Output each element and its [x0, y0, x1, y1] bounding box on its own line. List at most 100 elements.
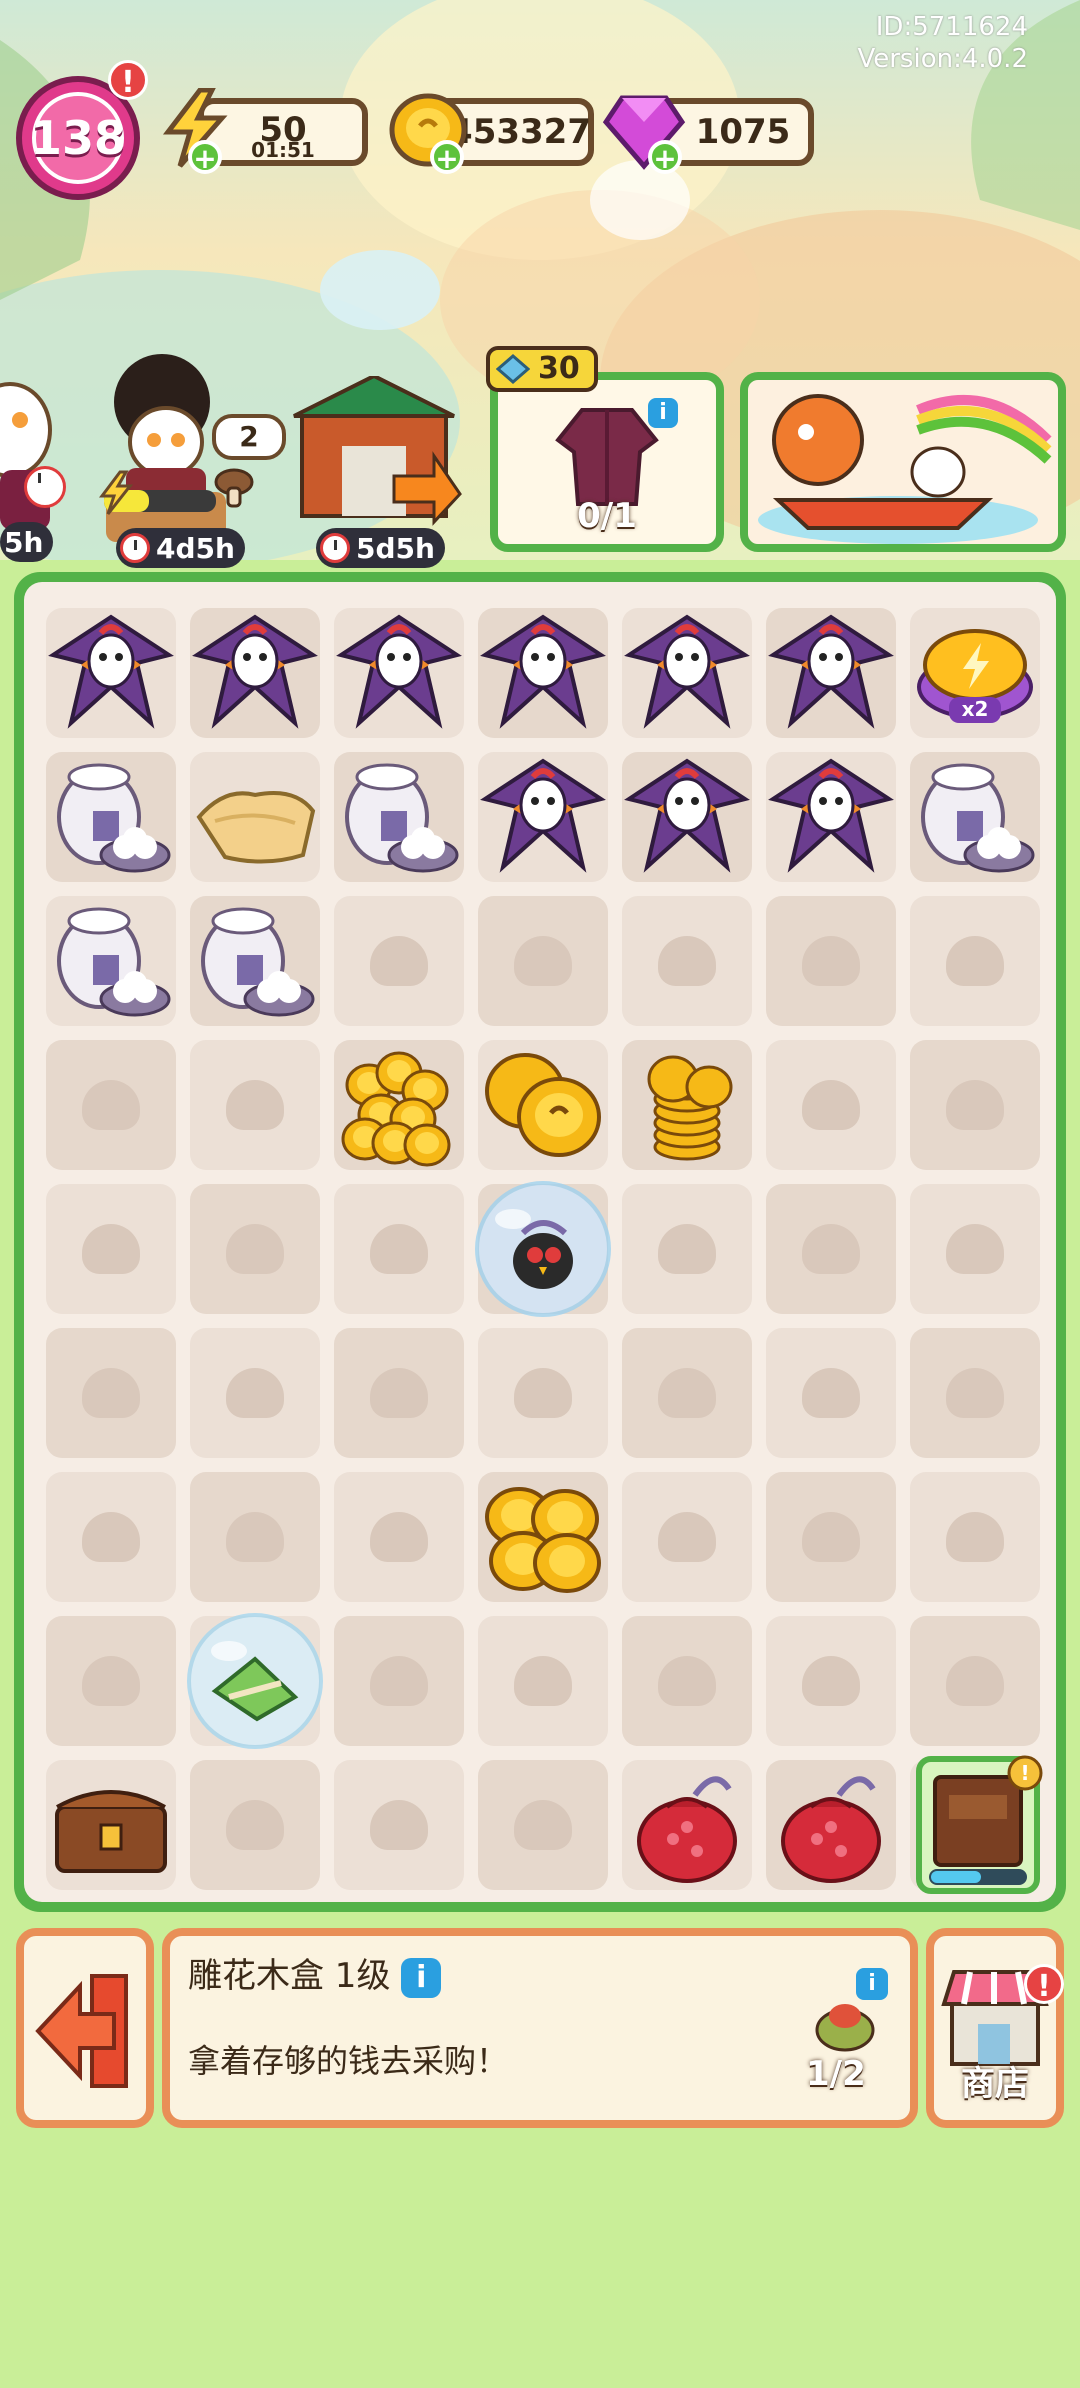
- red-pouch-item[interactable]: [761, 1755, 901, 1899]
- board-cell[interactable]: [766, 1760, 896, 1890]
- rice-jar-item[interactable]: [41, 891, 181, 1035]
- board-cell[interactable]: [766, 608, 896, 738]
- board-cell[interactable]: [622, 1328, 752, 1458]
- board-cell[interactable]: [190, 1184, 320, 1314]
- board-cell[interactable]: [190, 608, 320, 738]
- character-left[interactable]: [0, 350, 60, 540]
- board-cell[interactable]: [190, 1040, 320, 1170]
- coins-pile-item[interactable]: [329, 1035, 469, 1179]
- red-pouch-item[interactable]: [617, 1755, 757, 1899]
- board-cell[interactable]: [766, 1328, 896, 1458]
- kite-item[interactable]: [473, 747, 613, 891]
- board-cell[interactable]: [46, 1472, 176, 1602]
- coin-add-button[interactable]: +: [430, 140, 464, 174]
- board-cell[interactable]: [334, 1328, 464, 1458]
- carved-box-item[interactable]: !: [905, 1755, 1045, 1899]
- kite-item[interactable]: [617, 603, 757, 747]
- board-cell[interactable]: [478, 1328, 608, 1458]
- board-cell[interactable]: [187, 1613, 323, 1749]
- kite-item[interactable]: [329, 603, 469, 747]
- board-cell[interactable]: [334, 1616, 464, 1746]
- gem-add-button[interactable]: +: [648, 140, 682, 174]
- rice-jar-item[interactable]: [905, 747, 1045, 891]
- energy-add-button[interactable]: +: [188, 140, 222, 174]
- kite-item[interactable]: [185, 603, 325, 747]
- shop-button[interactable]: 商店: [926, 1928, 1064, 2128]
- board-cell[interactable]: [766, 1184, 896, 1314]
- cloth-item[interactable]: [185, 747, 325, 891]
- coins-four-item[interactable]: [473, 1467, 613, 1611]
- board-cell[interactable]: [334, 608, 464, 738]
- kite-item[interactable]: [761, 747, 901, 891]
- board-cell[interactable]: [46, 1040, 176, 1170]
- exit-button[interactable]: [16, 1928, 154, 2128]
- event-order-card[interactable]: i 0/1: [490, 372, 724, 552]
- board-cell[interactable]: [475, 1181, 611, 1317]
- board-cell[interactable]: [190, 752, 320, 882]
- bubble-zongzi-item[interactable]: [185, 1611, 325, 1755]
- rice-jar-item[interactable]: [329, 747, 469, 891]
- board-cell[interactable]: [622, 1616, 752, 1746]
- board-cell[interactable]: [334, 1184, 464, 1314]
- board-cell[interactable]: [622, 896, 752, 1026]
- board-cell[interactable]: [334, 1760, 464, 1890]
- item-info-icon[interactable]: i: [401, 1957, 442, 1998]
- board-cell[interactable]: [478, 896, 608, 1026]
- bubble-bird-item[interactable]: [473, 1179, 613, 1323]
- board-cell[interactable]: [622, 1760, 752, 1890]
- kite-item[interactable]: [473, 603, 613, 747]
- board-cell[interactable]: [766, 1040, 896, 1170]
- board-cell[interactable]: [190, 1472, 320, 1602]
- board-cell[interactable]: [910, 752, 1040, 882]
- board-cell[interactable]: [910, 1184, 1040, 1314]
- board-cell[interactable]: [622, 608, 752, 738]
- board-cell[interactable]: [478, 1760, 608, 1890]
- kite-item[interactable]: [41, 603, 181, 747]
- board-cell[interactable]: [334, 1472, 464, 1602]
- board-cell[interactable]: [478, 608, 608, 738]
- board-cell[interactable]: [190, 1328, 320, 1458]
- coins-stack-item[interactable]: [617, 1035, 757, 1179]
- board-cell[interactable]: [478, 752, 608, 882]
- board-cell[interactable]: [334, 896, 464, 1026]
- board-cell[interactable]: [46, 1616, 176, 1746]
- board-cell[interactable]: [766, 1472, 896, 1602]
- wood-chest-item[interactable]: [41, 1755, 181, 1899]
- event-info-icon[interactable]: i: [648, 398, 678, 428]
- rice-jar-item[interactable]: [41, 747, 181, 891]
- board-cell[interactable]: [910, 1616, 1040, 1746]
- board-cell[interactable]: [46, 1328, 176, 1458]
- board-cell[interactable]: x2: [910, 608, 1040, 738]
- dragon-boat-event-card[interactable]: [740, 372, 1066, 552]
- rice-jar-item[interactable]: [185, 891, 325, 1035]
- building-gate[interactable]: [284, 373, 464, 526]
- board-cell[interactable]: [334, 752, 464, 882]
- board-cell[interactable]: !: [910, 1755, 1043, 1894]
- board-cell[interactable]: [910, 1040, 1040, 1170]
- board-cell[interactable]: [478, 1616, 608, 1746]
- kite-item[interactable]: [617, 747, 757, 891]
- energy-button-item[interactable]: x2: [905, 603, 1045, 747]
- board-cell[interactable]: [190, 1760, 320, 1890]
- board-cell[interactable]: [622, 752, 752, 882]
- board-cell[interactable]: [46, 1760, 176, 1890]
- board-cell[interactable]: [46, 752, 176, 882]
- coins-two-item[interactable]: [473, 1035, 613, 1179]
- board-cell[interactable]: [766, 752, 896, 882]
- board-cell[interactable]: [478, 1472, 608, 1602]
- board-cell[interactable]: [766, 1616, 896, 1746]
- kite-item[interactable]: [761, 603, 901, 747]
- board-cell[interactable]: [622, 1040, 752, 1170]
- board-cell[interactable]: [910, 1472, 1040, 1602]
- board-cell[interactable]: [766, 896, 896, 1026]
- board-cell[interactable]: [622, 1472, 752, 1602]
- board-cell[interactable]: [622, 1184, 752, 1314]
- board-cell[interactable]: [910, 1328, 1040, 1458]
- board-cell[interactable]: [478, 1040, 608, 1170]
- board-cell[interactable]: [334, 1040, 464, 1170]
- board-cell[interactable]: [190, 896, 320, 1026]
- board-cell[interactable]: [46, 1184, 176, 1314]
- board-cell[interactable]: [46, 608, 176, 738]
- board-cell[interactable]: [46, 896, 176, 1026]
- board-cell[interactable]: [910, 896, 1040, 1026]
